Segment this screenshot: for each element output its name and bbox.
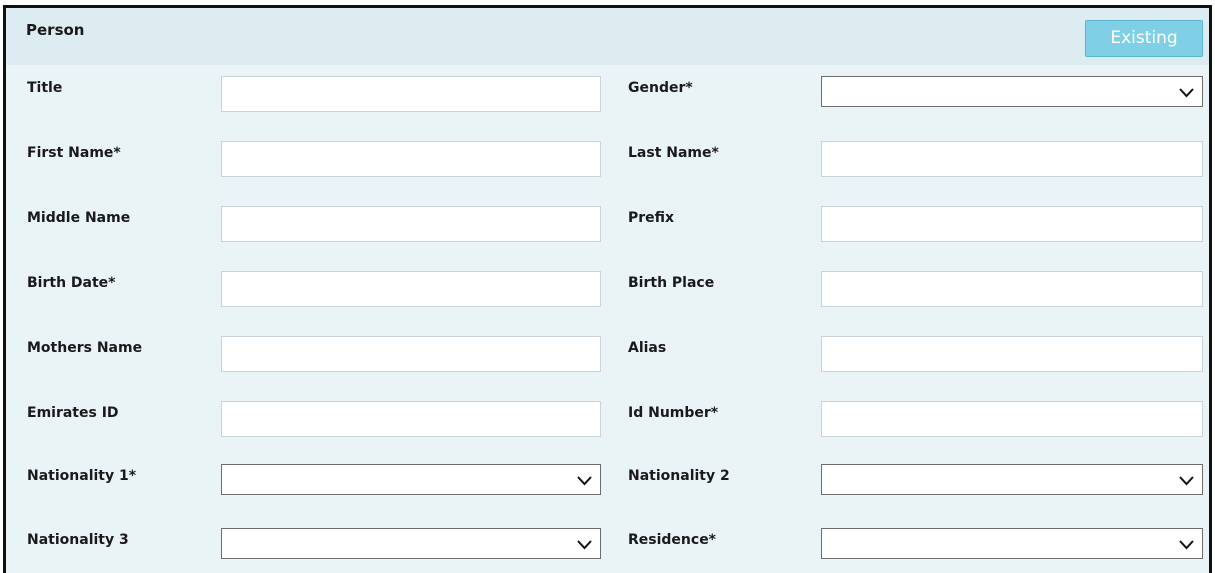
prefix-label: Prefix (628, 210, 675, 226)
title-label: Title (27, 80, 63, 96)
last-name-input[interactable] (821, 141, 1203, 177)
nationality-1-select[interactable] (221, 464, 601, 495)
panel-title: Person (26, 21, 85, 39)
nationality-2-label: Nationality 2 (628, 468, 730, 484)
chevron-down-icon (1179, 540, 1194, 550)
chevron-down-icon (1179, 476, 1194, 486)
mothers-name-input[interactable] (221, 336, 601, 372)
chevron-down-icon (1179, 88, 1194, 98)
alias-label: Alias (628, 340, 667, 356)
nationality-2-select[interactable] (821, 464, 1203, 495)
nationality-3-label: Nationality 3 (27, 532, 129, 548)
prefix-input[interactable] (821, 206, 1203, 242)
title-input[interactable] (221, 76, 601, 112)
panel-header: Person Existing (6, 8, 1209, 65)
existing-button[interactable]: Existing (1085, 20, 1203, 57)
person-panel: Person Existing Title Gender* First Name… (3, 5, 1212, 573)
residence-label: Residence* (628, 532, 717, 548)
birth-place-label: Birth Place (628, 275, 715, 291)
chevron-down-icon (577, 476, 592, 486)
residence-select[interactable] (821, 528, 1203, 559)
middle-name-input[interactable] (221, 206, 601, 242)
mothers-name-label: Mothers Name (27, 340, 143, 356)
emirates-id-label: Emirates ID (27, 405, 119, 421)
birth-place-input[interactable] (821, 271, 1203, 307)
nationality-1-label: Nationality 1* (27, 468, 137, 484)
birth-date-input[interactable] (221, 271, 601, 307)
gender-label: Gender* (628, 80, 693, 96)
first-name-input[interactable] (221, 141, 601, 177)
birth-date-label: Birth Date* (27, 275, 116, 291)
nationality-3-select[interactable] (221, 528, 601, 559)
id-number-input[interactable] (821, 401, 1203, 437)
first-name-label: First Name* (27, 145, 121, 161)
alias-input[interactable] (821, 336, 1203, 372)
last-name-label: Last Name* (628, 145, 719, 161)
gender-select[interactable] (821, 76, 1203, 107)
middle-name-label: Middle Name (27, 210, 131, 226)
emirates-id-input[interactable] (221, 401, 601, 437)
chevron-down-icon (577, 540, 592, 550)
id-number-label: Id Number* (628, 405, 719, 421)
